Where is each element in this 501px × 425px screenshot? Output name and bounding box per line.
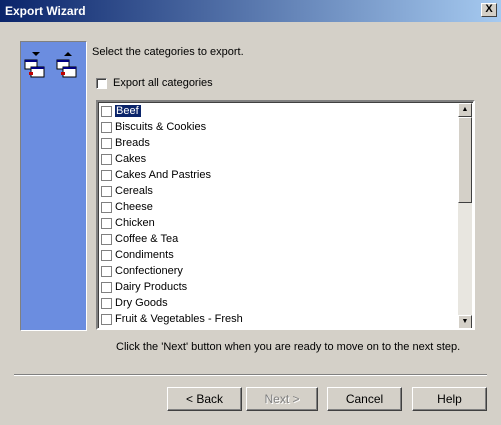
wizard-side-panel <box>20 41 87 331</box>
category-item[interactable]: Chicken <box>99 215 462 231</box>
help-button[interactable]: Help <box>412 387 487 411</box>
category-item[interactable]: Fruit & Vegetables - Fresh <box>99 311 462 327</box>
category-checkbox[interactable] <box>101 297 112 309</box>
scroll-up-button[interactable]: ▲ <box>458 103 472 117</box>
export-all-checkbox-box[interactable] <box>96 77 107 89</box>
category-label: Condiments <box>115 249 174 261</box>
cancel-button-label: Cancel <box>345 392 384 406</box>
category-label: Fruit & Vegetables - Fresh <box>115 313 243 325</box>
category-checkbox[interactable] <box>101 153 112 165</box>
category-checkbox[interactable] <box>101 233 112 245</box>
category-checkbox[interactable] <box>101 121 112 133</box>
category-label: Beef <box>115 105 141 117</box>
category-checkbox[interactable] <box>101 281 112 293</box>
category-list-items: Beef Biscuits & Cookies Breads Cakes Cakes A… <box>99 103 462 327</box>
close-button[interactable]: X <box>481 3 497 17</box>
category-checkbox[interactable] <box>101 105 112 117</box>
category-checkbox[interactable] <box>101 217 112 229</box>
category-label: Cakes And Pastries <box>115 169 211 181</box>
category-label: Dry Goods <box>115 297 168 309</box>
category-item[interactable]: Biscuits & Cookies <box>99 119 462 135</box>
category-item[interactable]: Confectionery <box>99 263 462 279</box>
category-checkbox[interactable] <box>101 265 112 277</box>
category-label: Chicken <box>115 217 155 229</box>
category-checkbox[interactable] <box>101 201 112 213</box>
arrow-down-icon: ▼ <box>461 318 469 325</box>
arrow-up-icon: ▲ <box>461 106 469 113</box>
window-title: Export Wizard <box>5 4 86 18</box>
scroll-thumb[interactable] <box>458 117 472 203</box>
category-label: Coffee & Tea <box>115 233 179 245</box>
export-all-checkbox[interactable]: Export all categories <box>96 76 213 90</box>
close-icon: X <box>485 3 493 15</box>
category-checkbox[interactable] <box>101 185 112 197</box>
category-checkbox[interactable] <box>101 137 112 149</box>
category-item[interactable]: Cheese <box>99 199 462 215</box>
scroll-down-button[interactable]: ▼ <box>458 315 472 328</box>
category-label: Breads <box>115 137 150 149</box>
category-label: Confectionery <box>115 265 183 277</box>
next-button[interactable]: Next > <box>246 387 318 411</box>
hint-text: Click the 'Next' button when you are rea… <box>116 341 461 353</box>
category-item[interactable]: Cereals <box>99 183 462 199</box>
footer-divider <box>14 374 487 376</box>
export-wizard-window: Export Wizard X Select the categories to… <box>0 0 501 425</box>
category-item[interactable]: Beef <box>99 103 462 119</box>
category-label: Cakes <box>115 153 147 165</box>
help-button-label: Help <box>437 392 462 406</box>
category-list[interactable]: Beef Biscuits & Cookies Breads Cakes Cakes A… <box>96 100 475 330</box>
category-item[interactable]: Cakes <box>99 151 462 167</box>
cancel-button[interactable]: Cancel <box>327 387 402 411</box>
category-item[interactable]: Cakes And Pastries <box>99 167 462 183</box>
category-item[interactable]: Condiments <box>99 247 462 263</box>
export-wizard-icon <box>24 52 77 78</box>
title-bar[interactable]: Export Wizard X <box>0 0 501 22</box>
category-item[interactable]: Breads <box>99 135 462 151</box>
category-item[interactable]: Coffee & Tea <box>99 231 462 247</box>
category-checkbox[interactable] <box>101 313 112 325</box>
category-item[interactable]: Dry Goods <box>99 295 462 311</box>
category-label: Cheese <box>115 201 153 213</box>
back-button-label: < Back <box>185 392 224 406</box>
back-button[interactable]: < Back <box>167 387 242 411</box>
instruction-text: Select the categories to export. <box>92 46 244 58</box>
next-button-label: Next > <box>264 392 300 406</box>
category-label: Biscuits & Cookies <box>115 121 207 133</box>
category-label: Cereals <box>115 185 153 197</box>
category-item[interactable]: Dairy Products <box>99 279 462 295</box>
category-checkbox[interactable] <box>101 169 112 181</box>
export-all-label: Export all categories <box>113 77 213 89</box>
category-label: Dairy Products <box>115 281 188 293</box>
category-checkbox[interactable] <box>101 249 112 261</box>
list-scrollbar[interactable]: ▲ ▼ <box>458 103 472 328</box>
